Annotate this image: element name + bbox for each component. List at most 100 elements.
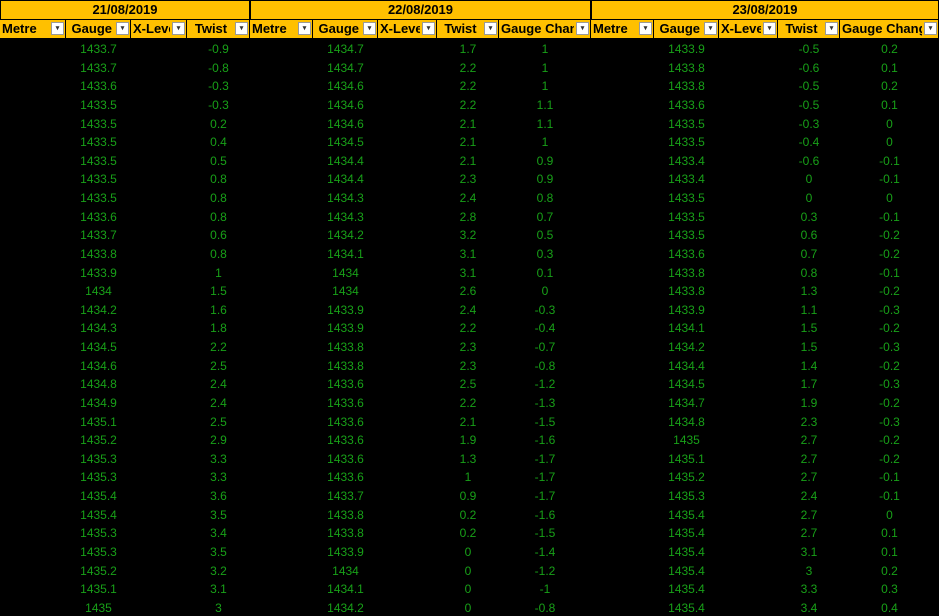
cell-twist: 1.9 [459,433,477,448]
filter-dropdown-icon[interactable]: ▾ [422,22,435,35]
cell-twist: 0.5 [210,153,227,168]
date-header: 23/08/2019 [591,0,939,20]
column-header-label: X-Level [133,21,170,36]
cell-gauge: 1433.6 [327,414,364,429]
filter-dropdown-icon[interactable]: ▾ [484,22,497,35]
cell-gauge-change: -0.2 [879,228,900,243]
cell-twist: 0 [464,582,472,597]
cell-twist: 2.7 [800,433,818,448]
cell-gauge-change: -0.3 [879,302,900,317]
filter-dropdown-icon[interactable]: ▾ [924,22,937,35]
filter-dropdown-icon[interactable]: ▾ [235,22,248,35]
cell-gauge-change: -1.4 [534,545,556,559]
cell-gauge-change: -0.1 [879,489,900,504]
cell-gauge: 1434.3 [327,191,364,206]
cell-gauge-change: -0.2 [879,246,900,261]
filter-dropdown-icon[interactable]: ▾ [763,22,776,35]
cell-gauge: 1435.3 [80,526,117,541]
cell-twist: 3.1 [459,265,477,280]
cell-twist: 3.4 [800,600,818,615]
column-header-gauge: Gauge ▾ [654,20,719,39]
cell-gauge-change: -1.3 [534,395,556,410]
cell-gauge: 1435.3 [80,451,117,466]
filter-dropdown-icon[interactable]: ▾ [825,22,838,35]
filter-dropdown-icon[interactable]: ▾ [116,22,129,35]
cell-twist: 2.3 [800,414,818,429]
cell-twist: 1.3 [800,284,818,299]
cell-gauge: 1434.6 [327,97,364,112]
cell-gauge-change: -0.2 [879,321,900,336]
cell-twist: 2.4 [800,489,818,504]
cell-twist: -0.3 [208,97,229,112]
column-header-gauge-change: Gauge Change▾ [499,20,591,39]
cell-gauge-change: 0.1 [881,545,898,559]
cell-gauge-change: 0.5 [536,228,554,243]
cell-gauge: 1433.5 [80,97,117,112]
filter-dropdown-icon[interactable]: ▾ [172,22,185,35]
cell-gauge: 1433.5 [80,153,117,168]
cell-twist: 0.8 [210,191,227,206]
cell-twist: 1.1 [800,302,818,317]
cell-gauge-change: -0.1 [879,265,900,280]
cell-twist: 2.7 [800,451,818,466]
cell-gauge: 1434.4 [327,153,364,168]
cell-gauge-change: -1.7 [534,451,556,466]
cell-gauge: 1433.8 [668,284,705,299]
column-header-gauge: Gauge ▾ [313,20,378,39]
cell-gauge: 1433.7 [327,489,364,504]
cell-twist: 2.2 [459,97,477,112]
cell-twist: 2.2 [459,321,477,336]
cell-twist: 1.5 [800,340,818,355]
cell-gauge-change: -1.5 [534,526,556,541]
filter-dropdown-icon[interactable]: ▾ [298,22,311,35]
cell-twist: 2.1 [459,135,477,150]
cell-gauge-change: -0.8 [534,600,556,615]
cell-gauge-change: -0.8 [534,358,556,373]
cell-gauge: 1435.4 [668,507,705,522]
cell-gauge-change: -1.6 [534,507,556,522]
cell-twist: 3.1 [800,545,818,559]
column-header-x-level: X-Level▾ [719,20,778,39]
cell-twist: -0.3 [798,116,820,131]
cell-gauge-change: -0.3 [879,377,900,392]
cell-twist: 3 [805,563,813,578]
filter-dropdown-icon[interactable]: ▾ [363,22,376,35]
cell-gauge-change: 1.1 [536,97,554,112]
cell-gauge: 1433.6 [80,79,117,94]
cell-gauge: 1433.6 [80,209,117,224]
cell-gauge: 1435.3 [80,545,117,559]
cell-gauge: 1433.6 [327,395,364,410]
cell-gauge: 1434.6 [80,358,117,373]
spreadsheet-grid: 21/08/2019Metre▾Gauge▾X-Level▾Twist▾1433… [0,0,939,616]
cell-gauge-change: 0.2 [881,563,898,578]
cell-gauge: 1433.8 [327,358,364,373]
cell-gauge: 1434.2 [668,340,705,355]
cell-gauge-change: -0.2 [879,284,900,299]
filter-dropdown-icon[interactable]: ▾ [704,22,717,35]
cell-twist: 0 [464,563,472,578]
cell-gauge: 1435 [85,600,112,615]
cell-gauge-change: -1.7 [534,470,556,485]
cell-gauge: 1433.7 [80,228,117,243]
filter-dropdown-icon[interactable]: ▾ [576,22,589,35]
cell-gauge-change: 0.9 [536,172,554,187]
filter-dropdown-icon[interactable]: ▾ [51,22,64,35]
cell-gauge-change: 1.1 [536,116,554,131]
cell-gauge-change: -1 [539,582,551,597]
column-header-label: Gauge Change [501,21,574,36]
cell-gauge-change: 0 [886,507,893,522]
cell-twist: 1 [464,470,472,485]
cell-gauge: 1433.5 [668,228,705,243]
filter-dropdown-icon[interactable]: ▾ [639,22,652,35]
column-header-label: Metre [593,21,628,36]
cell-gauge: 1433.8 [668,265,705,280]
cell-twist: 0 [805,172,813,187]
cell-gauge: 1435.4 [668,526,705,541]
cell-gauge-change: 0.2 [881,79,898,94]
cell-gauge: 1433.6 [327,433,364,448]
column-header-metre: Metre ▾ [0,20,66,39]
cell-gauge-change: -0.3 [534,302,556,317]
cell-twist: 3.3 [210,470,227,485]
column-header-label: Gauge [659,21,700,36]
cell-twist: 3 [215,600,222,615]
